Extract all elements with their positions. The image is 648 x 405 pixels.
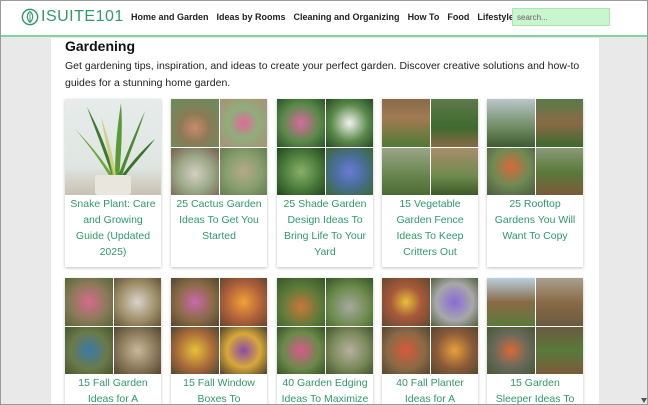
- search-input[interactable]: [512, 8, 610, 26]
- nav-lifestyle[interactable]: Lifestyle: [477, 12, 514, 22]
- article-thumbnail: [65, 278, 161, 374]
- article-thumbnail: [487, 99, 583, 195]
- article-title: 40 Fall Planter Ideas for A: [396, 377, 464, 405]
- browser-frame: ISUITE101 Home and Garden Ideas by Rooms…: [0, 0, 648, 405]
- article-card[interactable]: 15 Fall Garden Ideas for A: [65, 278, 161, 405]
- nav-food[interactable]: Food: [447, 12, 469, 22]
- article-thumbnail: [487, 278, 583, 374]
- main-nav: Home and Garden Ideas by Rooms Cleaning …: [131, 12, 522, 22]
- article-title: 15 Fall Window Boxes To: [183, 377, 255, 405]
- nav-cleaning-and-organizing[interactable]: Cleaning and Organizing: [294, 12, 400, 22]
- article-thumbnail: [277, 278, 373, 374]
- article-thumbnail: [65, 99, 161, 195]
- article-thumbnail: [382, 278, 478, 374]
- article-card[interactable]: 15 Garden Sleeper Ideas To: [487, 278, 583, 405]
- article-title: 15 Garden Sleeper Ideas To: [495, 377, 575, 405]
- main-content: Gardening Get gardening tips, inspiratio…: [51, 38, 599, 405]
- article-title: 25 Rooftop Gardens You Will Want To Copy: [494, 198, 576, 242]
- article-thumbnail: [171, 99, 267, 195]
- site-logo[interactable]: ISUITE101: [21, 8, 124, 26]
- page-title: Gardening: [65, 38, 136, 54]
- article-card[interactable]: 25 Cactus Garden Ideas To Get You Starte…: [171, 99, 267, 267]
- leaf-logo-icon: [21, 8, 39, 26]
- article-card[interactable]: 15 Vegetable Garden Fence Ideas To Keep …: [382, 99, 478, 267]
- article-thumbnail: [382, 99, 478, 195]
- article-thumbnail: [171, 278, 267, 374]
- logo-text: ISUITE101: [41, 8, 124, 25]
- article-title: 25 Cactus Garden Ideas To Get You Starte…: [176, 198, 262, 242]
- article-thumbnail: [277, 99, 373, 195]
- site-header: ISUITE101 Home and Garden Ideas by Rooms…: [1, 1, 647, 37]
- article-title: 15 Fall Garden Ideas for A: [78, 377, 148, 405]
- article-title: 15 Vegetable Garden Fence Ideas To Keep …: [396, 198, 464, 258]
- article-card[interactable]: 25 Rooftop Gardens You Will Want To Copy: [487, 99, 583, 267]
- article-card[interactable]: 15 Fall Window Boxes To: [171, 278, 267, 405]
- snake-plant-image: [75, 103, 155, 195]
- article-title: 25 Shade Garden Design Ideas To Bring Li…: [283, 198, 367, 258]
- article-title: Snake Plant: Care and Growing Guide (Upd…: [70, 198, 156, 258]
- nav-ideas-by-rooms[interactable]: Ideas by Rooms: [217, 12, 286, 22]
- article-title: 40 Garden Edging Ideas To Maximize: [281, 377, 369, 405]
- page-intro: Get gardening tips, inspiration, and ide…: [65, 60, 580, 89]
- nav-home-and-garden[interactable]: Home and Garden: [131, 12, 209, 22]
- article-card[interactable]: 40 Fall Planter Ideas for A: [382, 278, 478, 405]
- article-card[interactable]: Snake Plant: Care and Growing Guide (Upd…: [65, 99, 161, 267]
- scroll-down-icon[interactable]: [641, 397, 647, 404]
- article-card[interactable]: 40 Garden Edging Ideas To Maximize: [277, 278, 373, 405]
- nav-how-to[interactable]: How To: [408, 12, 440, 22]
- article-card[interactable]: 25 Shade Garden Design Ideas To Bring Li…: [277, 99, 373, 267]
